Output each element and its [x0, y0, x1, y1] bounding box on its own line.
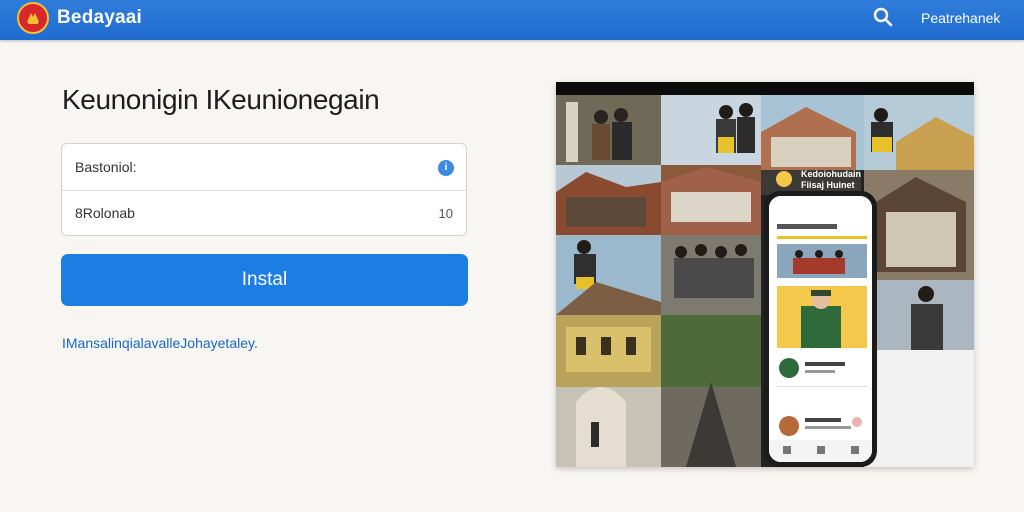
search-icon[interactable]	[873, 7, 893, 32]
brand-name[interactable]: Bedayaai	[57, 7, 142, 29]
field1-label: Bastoniol:	[75, 159, 137, 175]
emblem-icon[interactable]	[17, 2, 49, 34]
login-form: Bastoniol: i 8Rolonab 10	[61, 143, 467, 236]
field2-value: 10	[438, 206, 453, 221]
phone-icon	[764, 191, 877, 467]
header-link[interactable]: Peatrehanek	[921, 10, 1000, 26]
status-bar	[556, 82, 974, 95]
banner-line1: Kedoiohudain	[801, 169, 861, 179]
field2-label: 8Rolonab	[75, 205, 135, 221]
phone-screen	[769, 196, 872, 462]
field-bastoniol[interactable]: Bastoniol: i	[62, 144, 466, 191]
page-title: Keunonigin IKeunionegain	[62, 84, 380, 115]
field-rolonab[interactable]: 8Rolonab 10	[62, 190, 466, 236]
banner-line2: Fiisaj Huinet	[801, 180, 855, 190]
footer-link[interactable]: IMansalinqialavalleJohayetaley.	[62, 335, 258, 351]
install-button[interactable]: Instal	[61, 254, 468, 306]
top-bar: Bedayaai Peatrehanek	[0, 0, 1024, 40]
info-icon[interactable]: i	[438, 160, 454, 176]
